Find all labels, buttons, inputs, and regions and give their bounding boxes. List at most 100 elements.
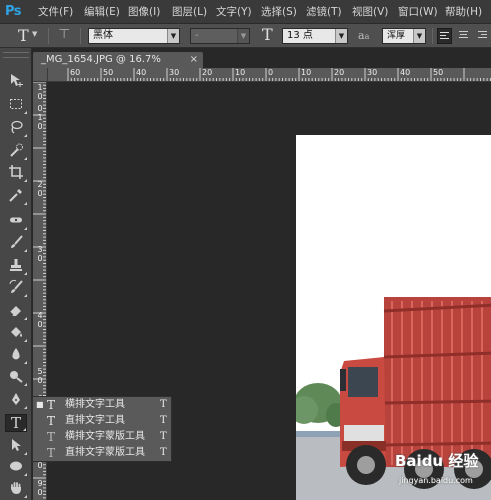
align-center-button[interactable] <box>456 28 471 44</box>
menu-image[interactable]: 图像(I) <box>128 4 160 20</box>
ruler-label: 0 <box>37 254 43 263</box>
quick-select-tool-icon[interactable] <box>5 142 27 160</box>
ellipse-tool-icon[interactable] <box>5 458 27 476</box>
truck-photo <box>296 135 491 500</box>
flyout-item-label: 直排文字工具 <box>65 415 125 426</box>
ruler-label: 0 <box>37 320 43 329</box>
align-left-button[interactable] <box>437 28 452 44</box>
clone-stamp-tool-icon[interactable] <box>5 257 27 275</box>
vertical-type-tool-item[interactable]: T 直排文字工具 T <box>33 413 171 429</box>
crop-tool-icon[interactable] <box>5 164 27 182</box>
horizontal-ruler[interactable]: 60 50 40 30 20 10 0 10 20 30 40 50 <box>48 68 491 82</box>
photoshop-logo: Ps <box>5 4 22 19</box>
ruler-label: 10 <box>235 68 246 77</box>
antialias-dropdown[interactable]: 浑厚 ▼ <box>382 28 426 44</box>
marquee-tool-icon[interactable] <box>5 96 27 114</box>
menu-view[interactable]: 视图(V) <box>352 4 388 20</box>
ruler-label: 0 <box>37 189 43 198</box>
ruler-label: 60 <box>70 68 81 77</box>
align-right-button[interactable] <box>475 28 490 44</box>
vertical-type-mask-icon: T <box>47 446 56 460</box>
menu-layer[interactable]: 图层(L) <box>172 4 207 20</box>
blur-tool-icon[interactable] <box>5 346 27 364</box>
ruler-label: 40 <box>400 68 411 77</box>
watermark-url: jingyan.baidu.com <box>399 476 473 485</box>
close-icon[interactable]: × <box>190 52 198 68</box>
ruler-label: 30 <box>169 68 180 77</box>
chevron-down-icon: ▼ <box>237 29 249 43</box>
ruler-label: 0 <box>37 461 43 470</box>
chevron-down-icon: ▼ <box>335 29 347 43</box>
ruler-label: 2 <box>37 180 43 189</box>
ruler-label: 0 <box>268 68 274 77</box>
font-family-dropdown[interactable]: 黑体 ▼ <box>88 28 180 44</box>
eraser-tool-icon[interactable] <box>5 302 27 320</box>
menu-window[interactable]: 窗口(W) <box>398 4 438 20</box>
menu-help[interactable]: 帮助(H) <box>445 4 482 20</box>
move-tool-icon[interactable] <box>5 72 27 90</box>
ruler-label: 3 <box>37 245 43 254</box>
ruler-label: 0 <box>37 92 43 101</box>
tools-panel: T <box>0 48 32 500</box>
dodge-tool-icon[interactable] <box>5 368 27 386</box>
flyout-item-label: 直排文字蒙版工具 <box>65 447 145 458</box>
path-select-tool-icon[interactable] <box>5 437 27 455</box>
flyout-item-shortcut: T <box>160 399 167 410</box>
vertical-type-mask-tool-item[interactable]: T 直排文字蒙版工具 T <box>33 445 171 461</box>
orientation-toggle-icon[interactable]: ⊤ <box>58 27 70 42</box>
watermark-text: Baidu 经验 <box>395 452 479 470</box>
chevron-down-icon[interactable]: ▼ <box>32 30 37 38</box>
antialias-value: 浑厚 <box>387 31 406 41</box>
ruler-label: 0 <box>37 122 43 131</box>
spot-healing-tool-icon[interactable] <box>5 212 27 230</box>
panel-grip[interactable] <box>3 52 29 58</box>
menu-type[interactable]: 文字(Y) <box>216 4 252 20</box>
font-size-dropdown[interactable]: 13 点 ▼ <box>282 28 348 44</box>
menu-filter[interactable]: 滤镜(T) <box>306 4 342 20</box>
ruler-label: 30 <box>367 68 378 77</box>
menu-edit[interactable]: 编辑(E) <box>84 4 120 20</box>
ruler-label: 4 <box>37 311 43 320</box>
ruler-label: 0 <box>37 104 43 113</box>
type-tool-flyout: ■ T 横排文字工具 T T 直排文字工具 T T 横排文字蒙版工具 T T 直… <box>32 396 172 462</box>
font-style-dropdown[interactable]: - ▼ <box>190 28 250 44</box>
ruler-label: 50 <box>433 68 444 77</box>
paint-bucket-tool-icon[interactable] <box>5 324 27 342</box>
menu-file[interactable]: 文件(F) <box>38 4 73 20</box>
type-tool-preset-icon[interactable]: T <box>18 26 29 45</box>
font-style-value: - <box>195 30 199 41</box>
ruler-label: 0 <box>37 488 43 497</box>
font-size-value: 13 点 <box>287 30 313 41</box>
options-bar: T ▼ ⊤ 黑体 ▼ - ▼ T 13 点 ▼ aa 浑厚 ▼ <box>0 24 491 48</box>
type-tool-icon[interactable]: T <box>5 414 27 432</box>
ruler-label: 20 <box>202 68 213 77</box>
lasso-tool-icon[interactable] <box>5 119 27 137</box>
horizontal-type-mask-tool-item[interactable]: T 横排文字蒙版工具 T <box>33 429 171 445</box>
ruler-label: 50 <box>103 68 114 77</box>
ruler-label: 40 <box>136 68 147 77</box>
ruler-label: 1 <box>37 83 43 92</box>
menu-select[interactable]: 选择(S) <box>261 4 297 20</box>
document-tab[interactable]: _MG_1654.JPG @ 16.7%(RGB/8*) × <box>33 52 203 81</box>
vertical-type-icon: T <box>47 414 56 428</box>
document-image[interactable] <box>296 135 491 500</box>
baidu-watermark: Baidu 经验 jingyan.baidu.com <box>395 448 485 494</box>
flyout-item-shortcut: T <box>160 447 167 458</box>
flyout-item-shortcut: T <box>160 415 167 426</box>
horizontal-type-mask-icon: T <box>47 430 56 444</box>
pen-tool-icon[interactable] <box>5 391 27 409</box>
hand-tool-icon[interactable] <box>5 480 27 498</box>
font-size-icon: T <box>262 25 273 44</box>
history-brush-tool-icon[interactable] <box>5 279 27 297</box>
ruler-label: 9 <box>37 479 43 488</box>
ruler-label: 10 <box>301 68 312 77</box>
horizontal-type-tool-item[interactable]: ■ T 横排文字工具 T <box>33 397 171 413</box>
antialias-icon: aa <box>358 29 370 42</box>
chevron-down-icon: ▼ <box>413 29 425 43</box>
selected-bullet-icon: ■ <box>36 400 44 409</box>
ruler-origin[interactable] <box>33 68 48 82</box>
font-family-value: 黑体 <box>93 30 113 41</box>
horizontal-type-icon: T <box>47 398 56 412</box>
eyedropper-tool-icon[interactable] <box>5 187 27 205</box>
brush-tool-icon[interactable] <box>5 234 27 252</box>
